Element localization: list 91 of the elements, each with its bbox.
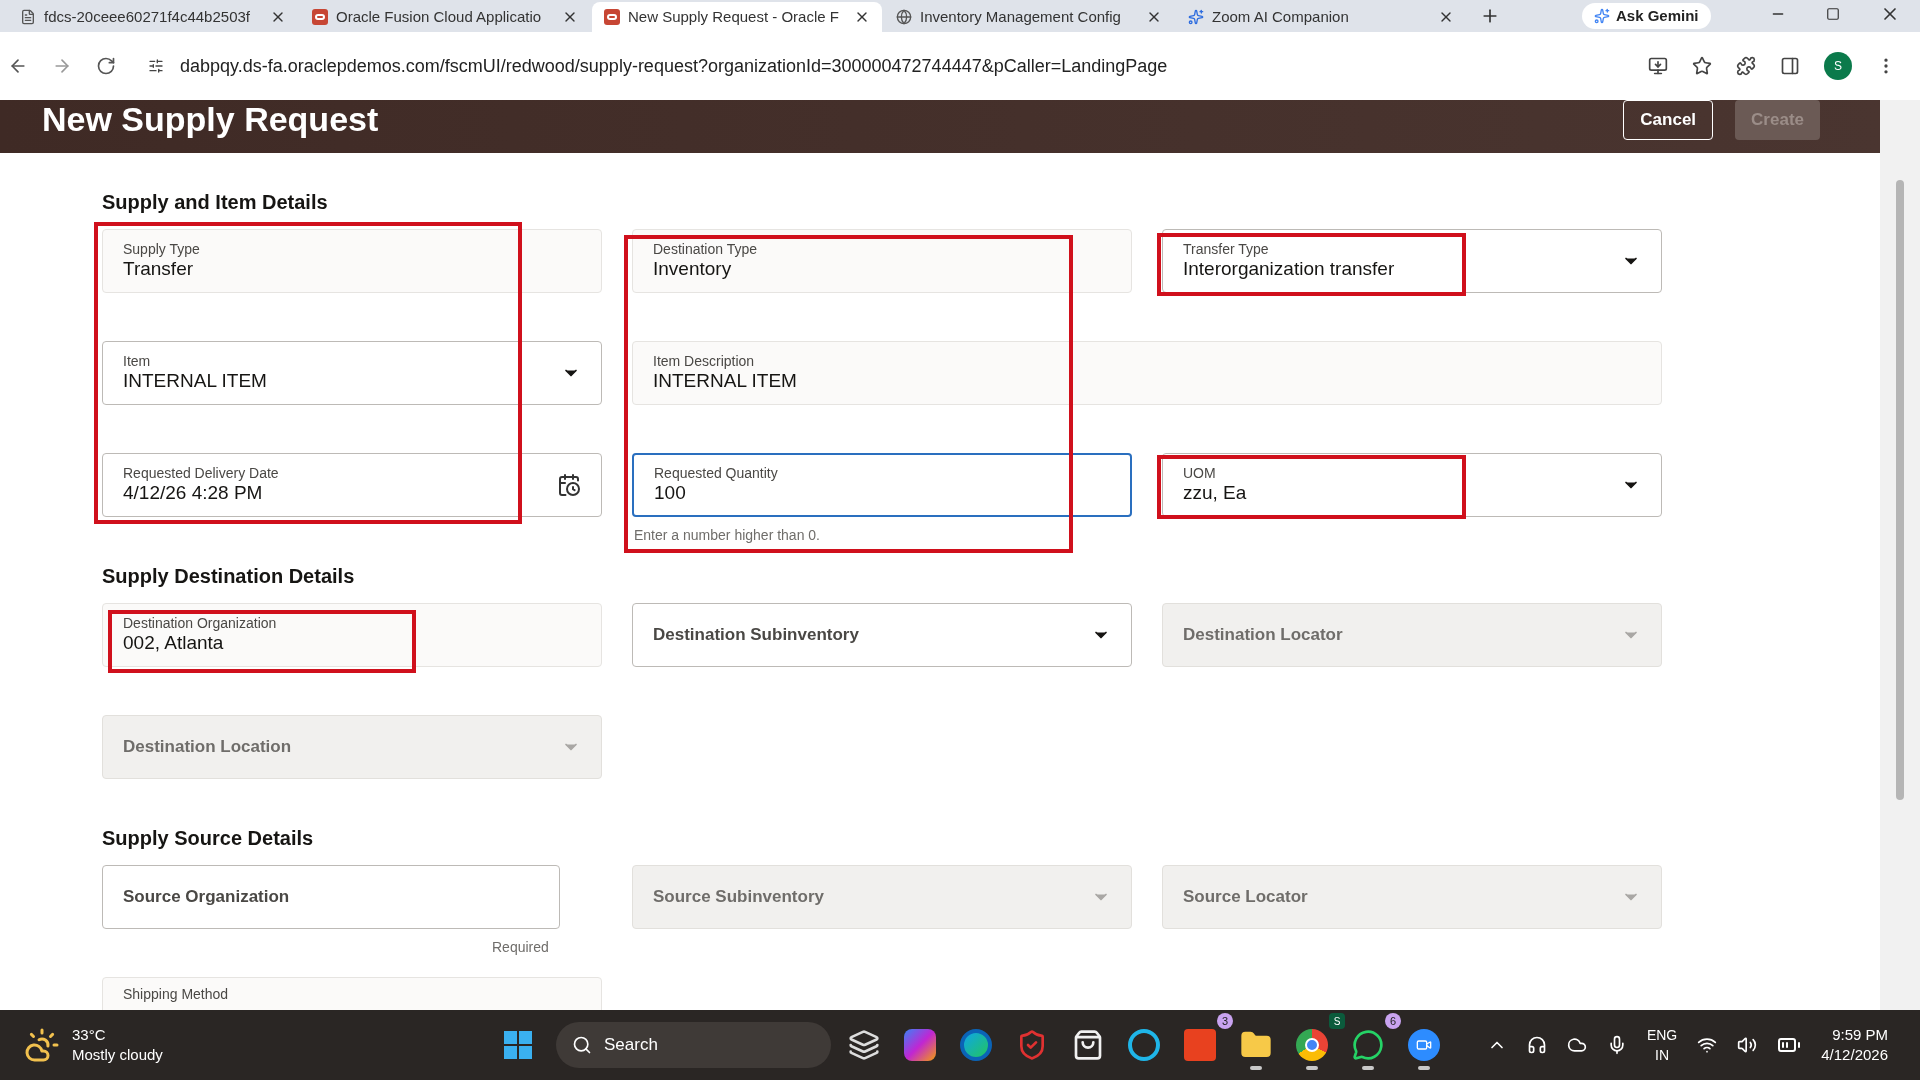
text-field[interactable]: Source Organization <box>102 865 560 929</box>
field-label: Source Locator <box>1183 886 1309 909</box>
wifi-icon[interactable] <box>1697 1035 1718 1055</box>
notification-badge: 6 <box>1385 1013 1401 1029</box>
field-label: Requested Delivery Date <box>123 465 280 481</box>
sparkle-icon <box>1594 8 1610 24</box>
section-title: Supply Destination Details <box>102 564 356 589</box>
chrome-icon[interactable] <box>1296 1029 1328 1061</box>
volume-icon[interactable] <box>1737 1035 1758 1055</box>
url-text: dabpqy.ds-fa.oraclepdemos.com/fscmUI/redwood/supply-request?organizationId=300000472744447&pCaller=LandingPage <box>180 54 1168 78</box>
chat-icon[interactable] <box>1352 1029 1384 1061</box>
oracle-icon <box>604 9 620 25</box>
field-value: INTERNAL ITEM <box>653 369 798 393</box>
notification-badge: 3 <box>1217 1013 1233 1029</box>
field-label: Shipping Method <box>123 986 230 1002</box>
region-text: IN <box>1655 1046 1670 1065</box>
oracle-icon <box>312 9 328 25</box>
store-icon[interactable] <box>1072 1029 1104 1061</box>
language-text: ENG <box>1646 1026 1678 1045</box>
bookmark-icon[interactable] <box>1692 56 1712 76</box>
text-field[interactable]: Requested Quantity 100 <box>632 453 1132 517</box>
field-value: Inventory <box>653 257 733 281</box>
helper-text: Required <box>492 938 549 957</box>
temperature-text: 33°C <box>72 1025 107 1045</box>
task-view-icon[interactable] <box>848 1029 880 1061</box>
date-field[interactable]: Requested Delivery Date 4/12/26 4:28 PM <box>102 453 602 517</box>
reload-icon[interactable] <box>96 56 116 76</box>
search-box[interactable]: Search <box>556 1022 831 1068</box>
field-label: Transfer Type <box>1183 241 1270 257</box>
weather-icon[interactable] <box>24 1027 60 1063</box>
profile-badge: S <box>1329 1013 1345 1029</box>
video-app-icon[interactable] <box>1408 1029 1440 1061</box>
select-field[interactable]: Transfer Type Interorganization transfer <box>1162 229 1662 293</box>
field-label: Supply Type <box>123 241 201 257</box>
start-icon[interactable] <box>504 1031 532 1059</box>
page-title: New Supply Request <box>42 100 379 140</box>
field-value: Interorganization transfer <box>1183 257 1396 281</box>
field-label: Destination Type <box>653 241 759 257</box>
copilot-icon[interactable] <box>904 1029 936 1061</box>
edge-icon[interactable] <box>960 1029 992 1061</box>
cancel-button[interactable]: Cancel <box>1623 100 1714 140</box>
scrollbar[interactable] <box>1880 100 1920 1010</box>
address-bar[interactable]: dabpqy.ds-fa.oraclepdemos.com/fscmUI/redwood/supply-request?organizationId=300000472744447&pCaller=LandingPage <box>140 46 1624 86</box>
weather-text: Mostly cloudy <box>72 1045 163 1065</box>
field-label: Requested Quantity <box>654 465 779 481</box>
field-label: Destination Organization <box>123 615 278 631</box>
field-value: Transfer <box>123 257 195 281</box>
field-value: 4/12/26 4:28 PM <box>123 481 264 505</box>
tab-title: New Supply Request - Oracle F <box>628 6 840 27</box>
tab-title: Zoom AI Companion <box>1212 6 1350 27</box>
section-title: Supply Source Details <box>102 826 315 851</box>
side-panel-icon[interactable] <box>1780 56 1800 76</box>
field-value: INTERNAL ITEM <box>123 369 268 393</box>
language-indicator[interactable]: ENG IN <box>1646 1025 1678 1065</box>
field-label: Destination Locator <box>1183 624 1344 647</box>
site-settings-icon[interactable] <box>148 58 164 74</box>
maximize-icon[interactable] <box>1826 7 1840 21</box>
tab-title: fdcs-20ceee60271f4c44b2503f <box>44 6 251 27</box>
search-text: Search <box>604 1034 658 1057</box>
cloud-icon[interactable] <box>1566 1035 1587 1055</box>
field-value: 002, Atlanta <box>123 631 225 655</box>
section-title: Supply and Item Details <box>102 190 329 215</box>
select-field[interactable]: Destination Subinventory <box>632 603 1132 667</box>
clock-date: 4/12/2026 <box>1821 1045 1888 1065</box>
install-icon[interactable] <box>1648 56 1668 76</box>
field-label: Source Subinventory <box>653 886 825 909</box>
field-label: Destination Subinventory <box>653 624 860 647</box>
headset-icon[interactable] <box>1526 1035 1547 1055</box>
tab-title: Oracle Fusion Cloud Applicatio <box>336 6 543 27</box>
page-icon <box>20 9 36 25</box>
gemini-button[interactable]: Ask Gemini <box>1582 3 1711 29</box>
profile-avatar[interactable]: S <box>1824 52 1852 80</box>
tab-title: Inventory Management Config <box>920 6 1122 27</box>
field-label: UOM <box>1183 465 1217 481</box>
extensions-icon[interactable] <box>1736 56 1756 76</box>
field-value: 100 <box>654 481 687 505</box>
helper-text: Enter a number higher than 0. <box>634 526 820 545</box>
sparkle-icon <box>1188 9 1204 25</box>
field-label: Item <box>123 353 152 369</box>
field-value: zzu, Ea <box>1183 481 1248 505</box>
search-icon <box>572 1035 592 1055</box>
field-label: Item Description <box>653 353 756 369</box>
calendar-icon[interactable] <box>557 473 581 497</box>
ring-icon[interactable] <box>1128 1029 1160 1061</box>
field-label: Destination Location <box>123 736 293 759</box>
browser-tab[interactable]: New Supply Request - Oracle F <box>592 2 882 32</box>
globe-icon <box>896 9 912 25</box>
select-field[interactable]: Item INTERNAL ITEM <box>102 341 602 405</box>
clock-time: 9:59 PM <box>1832 1025 1888 1045</box>
field-label: Source Organization <box>123 886 291 909</box>
select-field[interactable]: UOM zzu, Ea <box>1162 453 1662 517</box>
